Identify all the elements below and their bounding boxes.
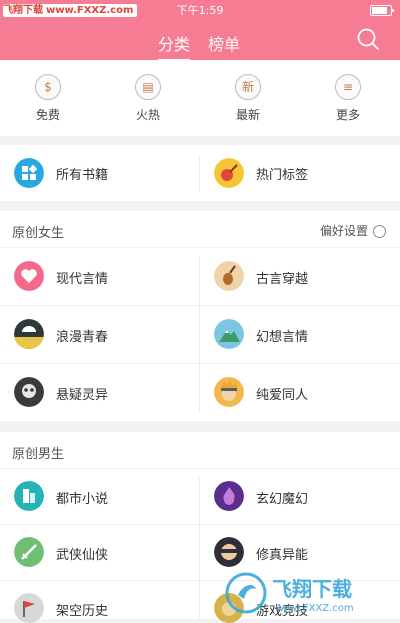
male-section-header: 原创男生	[0, 432, 400, 468]
new-icon: 新	[235, 74, 261, 100]
pipa-icon	[214, 261, 244, 291]
category-item[interactable]: 悬疑灵异	[0, 364, 200, 421]
sword-icon	[14, 537, 44, 567]
hot-tags-label: 热门标签	[256, 168, 309, 183]
male-section-title: 原创男生	[12, 447, 65, 462]
category-item[interactable]: 武侠仙侠	[0, 525, 200, 580]
all-books-icon	[14, 158, 44, 188]
category-label: 都市小说	[56, 492, 109, 507]
category-label: 修真异能	[256, 548, 309, 563]
category-item[interactable]: 玄幻魔幻	[200, 469, 400, 524]
tab-category[interactable]: 分类	[158, 31, 191, 61]
category-item[interactable]: 浪漫青春	[0, 306, 200, 363]
quick-new-button[interactable]: 新 最新	[218, 74, 278, 123]
category-label: 玄幻魔幻	[256, 492, 309, 507]
female-category-grid: 现代言情 古言穿越 浪漫青春 幻想言情 悬疑灵异 纯爱同人	[0, 248, 400, 421]
dollar-icon: $	[35, 74, 61, 100]
female-section-header: 原创女生 偏好设置	[0, 211, 400, 247]
hot-tags-item[interactable]: 热门标签	[200, 145, 400, 201]
female-section-title: 原创女生	[12, 226, 65, 241]
preference-label: 偏好设置	[319, 224, 368, 238]
category-label: 幻想言情	[256, 330, 309, 345]
quick-label: 更多	[335, 108, 360, 122]
category-item[interactable]: 幻想言情	[200, 306, 400, 363]
category-item[interactable]: 纯爱同人	[200, 364, 400, 421]
category-item[interactable]: 都市小说	[0, 469, 200, 524]
quick-category-bar: $ 免费 ▤ 火热 新 最新 ≡ 更多	[0, 60, 400, 136]
category-item[interactable]: 古言穿越	[200, 248, 400, 305]
quick-more-button[interactable]: ≡ 更多	[318, 74, 378, 123]
guitar-icon	[214, 158, 244, 188]
watermark-logo: 飞翔下载 www.FXXZ.com	[225, 572, 354, 614]
list-icon: ▤	[135, 74, 161, 100]
search-icon[interactable]	[356, 27, 380, 51]
category-label: 纯爱同人	[256, 388, 309, 403]
category-item[interactable]: 现代言情	[0, 248, 200, 305]
menu-icon: ≡	[335, 74, 361, 100]
all-books-item[interactable]: 所有书籍	[0, 145, 200, 201]
category-label: 架空历史	[56, 604, 109, 619]
umbrella-icon	[14, 319, 44, 349]
category-label: 古言穿越	[256, 272, 309, 287]
mountain-icon	[214, 319, 244, 349]
category-label: 悬疑灵异	[56, 388, 109, 403]
building-icon	[14, 481, 44, 511]
category-item[interactable]: 架空历史	[0, 581, 200, 623]
skull-icon	[14, 377, 44, 407]
watermark-logo-text: 飞翔下载	[272, 577, 352, 601]
quick-label: 免费	[35, 108, 60, 122]
status-bar: 飞翔下载 www.FXXZ.com 下午1:59	[0, 0, 400, 18]
masked-avatar-icon	[214, 537, 244, 567]
all-books-label: 所有书籍	[56, 168, 109, 183]
preference-settings-button[interactable]: 偏好设置	[320, 222, 386, 239]
category-label: 浪漫青春	[56, 330, 109, 345]
top-links-row: 所有书籍 热门标签	[0, 145, 400, 201]
heart-icon	[14, 261, 44, 291]
quick-hot-button[interactable]: ▤ 火热	[118, 74, 178, 123]
quick-label: 最新	[235, 108, 260, 122]
app-header: 飞翔下载 www.FXXZ.com 下午1:59 分类 榜单	[0, 0, 400, 61]
ninja-avatar-icon	[214, 377, 244, 407]
flame-icon	[214, 481, 244, 511]
gear-icon	[373, 225, 386, 238]
watermark-logo-url: www.FXXZ.com	[276, 603, 354, 614]
tab-ranking[interactable]: 榜单	[208, 31, 240, 55]
quick-label: 火热	[135, 108, 160, 122]
quick-free-button[interactable]: $ 免费	[18, 74, 78, 123]
status-time: 下午1:59	[176, 4, 224, 17]
category-label: 现代言情	[56, 272, 109, 287]
battery-icon	[370, 5, 394, 16]
category-label: 武侠仙侠	[56, 548, 109, 563]
